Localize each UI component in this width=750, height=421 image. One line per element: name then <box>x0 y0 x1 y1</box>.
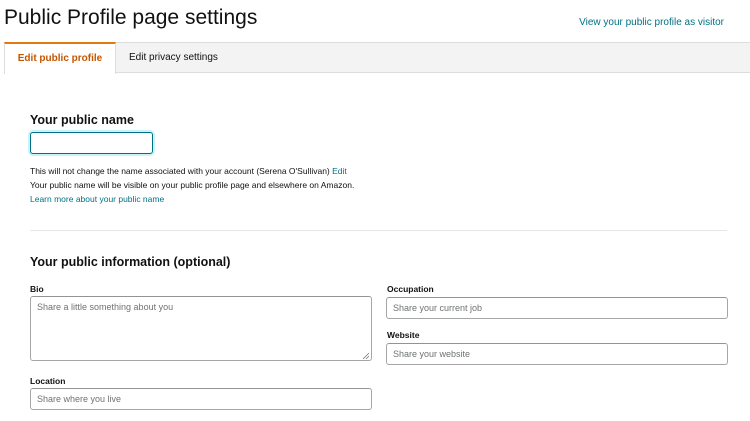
public-name-note-text: This will not change the name associated… <box>30 166 330 176</box>
view-public-profile-link[interactable]: View your public profile as visitor <box>579 17 724 28</box>
bio-textarea[interactable] <box>30 296 372 361</box>
public-name-heading: Your public name <box>30 113 134 127</box>
occupation-input[interactable] <box>386 297 728 319</box>
website-label: Website <box>387 330 420 340</box>
bio-label: Bio <box>30 284 44 294</box>
learn-more-public-name-link[interactable]: Learn more about your public name <box>30 194 164 204</box>
section-divider <box>30 230 727 231</box>
public-name-visibility-note: Your public name will be visible on your… <box>30 180 355 190</box>
tab-edit-public-profile[interactable]: Edit public profile <box>4 42 116 74</box>
location-label: Location <box>30 376 66 386</box>
occupation-label: Occupation <box>387 284 434 294</box>
website-input[interactable] <box>386 343 728 365</box>
public-info-heading: Your public information (optional) <box>30 255 231 269</box>
edit-account-name-link[interactable]: Edit <box>332 166 347 176</box>
tab-edit-privacy-settings[interactable]: Edit privacy settings <box>129 42 218 74</box>
tab-bar: Edit public profile Edit privacy setting… <box>4 42 750 74</box>
resize-handle-icon[interactable] <box>362 352 370 360</box>
page-title: Public Profile page settings <box>4 6 258 29</box>
public-name-note: This will not change the name associated… <box>30 166 347 176</box>
location-input[interactable] <box>30 388 372 410</box>
public-name-input[interactable] <box>30 132 153 154</box>
